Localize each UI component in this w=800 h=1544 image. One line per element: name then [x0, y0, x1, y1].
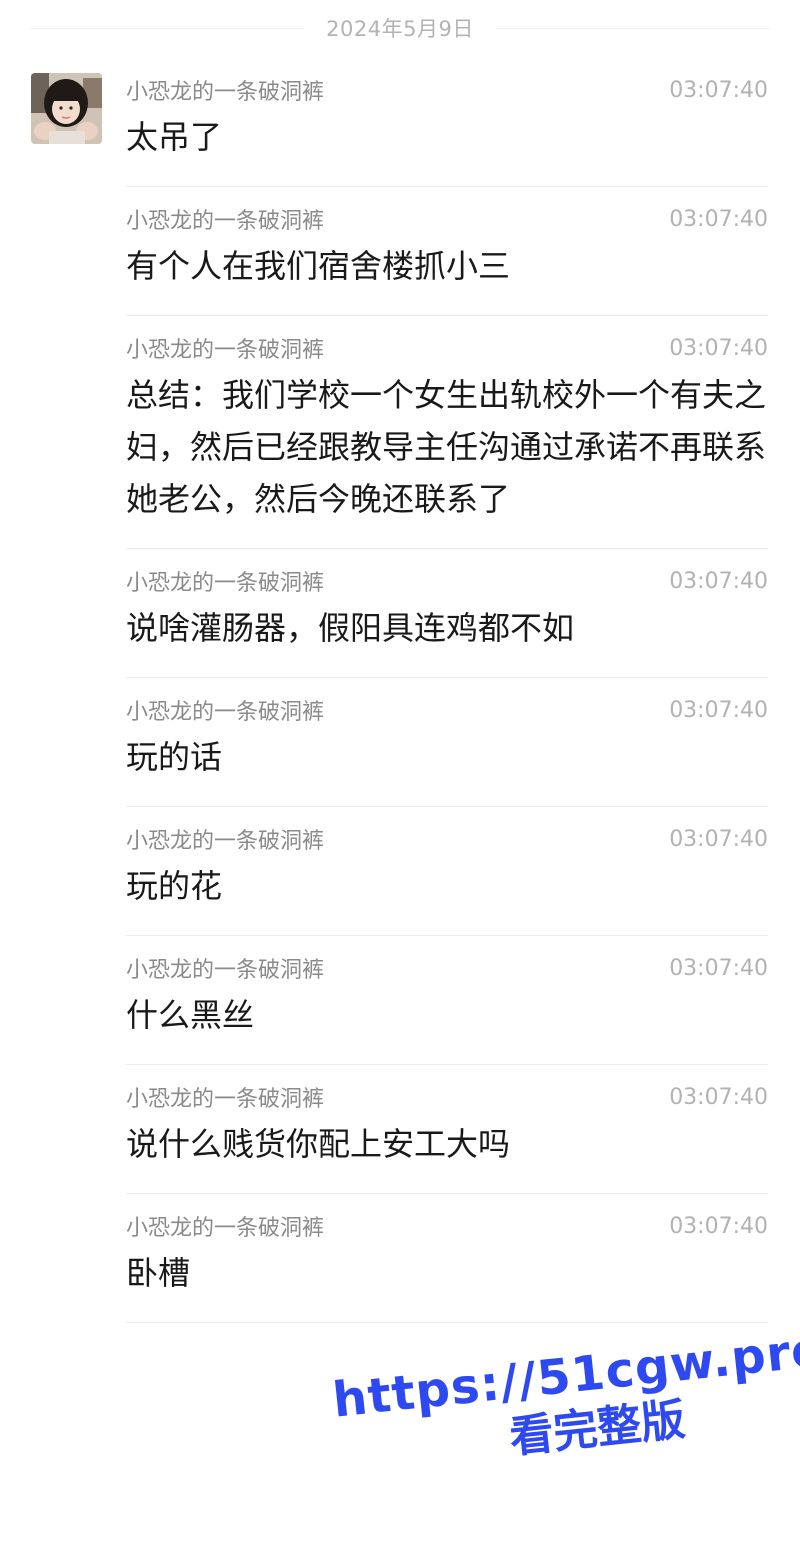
message-meta: 小恐龙的一条破洞裤 03:07:40: [126, 821, 768, 857]
message-item[interactable]: 小恐龙的一条破洞裤 03:07:40 玩的花: [126, 821, 768, 936]
message-time: 03:07:40: [669, 955, 768, 981]
sender-name: 小恐龙的一条破洞裤: [126, 829, 325, 854]
message-text: 有个人在我们宿舍楼抓小三: [126, 247, 511, 285]
message-text: 太吊了: [126, 118, 223, 156]
divider-right: [495, 27, 771, 29]
message-meta: 小恐龙的一条破洞裤 03:07:40: [126, 1079, 768, 1115]
message-item[interactable]: 小恐龙的一条破洞裤 03:07:40 说什么贱货你配上安工大吗: [126, 1079, 768, 1194]
message-time: 03:07:40: [669, 206, 768, 232]
message-meta: 小恐龙的一条破洞裤 03:07:40: [126, 330, 768, 366]
message-item[interactable]: 小恐龙的一条破洞裤 03:07:40 有个人在我们宿舍楼抓小三: [126, 201, 768, 316]
message-meta: 小恐龙的一条破洞裤 03:07:40: [126, 563, 768, 599]
message-item[interactable]: 小恐龙的一条破洞裤 03:07:40 玩的话: [126, 692, 768, 807]
sender-name: 小恐龙的一条破洞裤: [126, 571, 325, 596]
message-time: 03:07:40: [669, 1213, 768, 1239]
sender-name: 小恐龙的一条破洞裤: [126, 958, 325, 983]
message-time: 03:07:40: [669, 1084, 768, 1110]
message-text: 玩的花: [126, 867, 223, 905]
message-item[interactable]: 小恐龙的一条破洞裤 03:07:40 总结：我们学校一个女生出轨校外一个有夫之妇…: [126, 330, 768, 549]
divider-left: [30, 27, 305, 29]
message-item[interactable]: 小恐龙的一条破洞裤 03:07:40 什么黑丝: [126, 950, 768, 1065]
message-meta: 小恐龙的一条破洞裤 03:07:40: [126, 692, 768, 728]
message-time: 03:07:40: [669, 697, 768, 723]
message-text: 卧槽: [126, 1254, 191, 1292]
message-time: 03:07:40: [669, 826, 768, 852]
message-item[interactable]: 小恐龙的一条破洞裤 03:07:40 太吊了: [126, 72, 768, 187]
avatar[interactable]: [31, 73, 102, 144]
message-text: 什么黑丝: [126, 996, 255, 1034]
message-time: 03:07:40: [669, 77, 768, 103]
message-text: 说啥灌肠器，假阳具连鸡都不如: [126, 609, 575, 647]
chat-history-page: 2024年5月9日 小恐龙的一条破洞裤 03:07:40 太吊了 小恐龙的一条破…: [0, 0, 800, 1544]
message-item[interactable]: 小恐龙的一条破洞裤 03:07:40 卧槽: [126, 1208, 768, 1323]
date-separator: 2024年5月9日: [30, 10, 771, 46]
sender-name: 小恐龙的一条破洞裤: [126, 209, 325, 234]
date-label: 2024年5月9日: [326, 17, 474, 41]
message-meta: 小恐龙的一条破洞裤 03:07:40: [126, 72, 768, 108]
sender-name: 小恐龙的一条破洞裤: [126, 338, 325, 363]
message-meta: 小恐龙的一条破洞裤 03:07:40: [126, 201, 768, 237]
message-meta: 小恐龙的一条破洞裤 03:07:40: [126, 950, 768, 986]
message-text: 总结：我们学校一个女生出轨校外一个有夫之妇，然后已经跟教导主任沟通过承诺不再联系…: [126, 376, 767, 518]
message-time: 03:07:40: [669, 335, 768, 361]
message-text: 玩的话: [126, 738, 223, 776]
sender-name: 小恐龙的一条破洞裤: [126, 1087, 325, 1112]
message-text: 说什么贱货你配上安工大吗: [126, 1125, 511, 1163]
sender-name: 小恐龙的一条破洞裤: [126, 1216, 325, 1241]
avatar-photo: [31, 73, 102, 144]
message-item[interactable]: 小恐龙的一条破洞裤 03:07:40 说啥灌肠器，假阳具连鸡都不如: [126, 563, 768, 678]
watermark-overlay: https://51cgw.pro 看完整版: [330, 1321, 800, 1531]
sender-name: 小恐龙的一条破洞裤: [126, 700, 325, 725]
message-time: 03:07:40: [669, 568, 768, 594]
message-meta: 小恐龙的一条破洞裤 03:07:40: [126, 1208, 768, 1244]
sender-name: 小恐龙的一条破洞裤: [126, 80, 325, 105]
message-list: 小恐龙的一条破洞裤 03:07:40 太吊了 小恐龙的一条破洞裤 03:07:4…: [126, 58, 768, 1323]
